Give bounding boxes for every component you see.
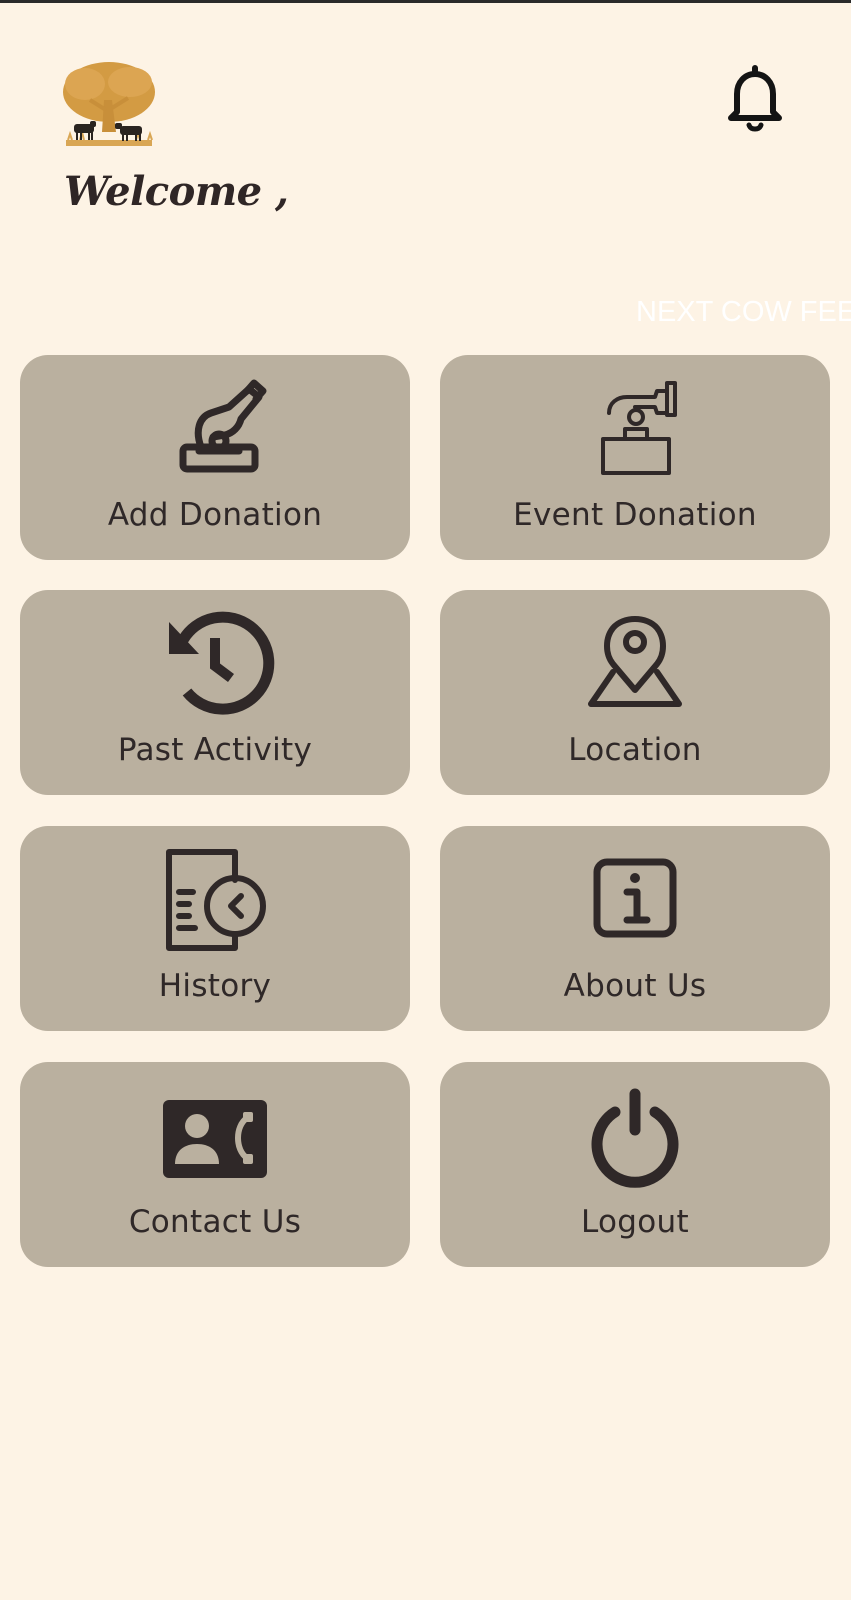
hand-donation-box-icon [155,373,275,483]
status-border [0,0,851,3]
add-donation-label: Add Donation [107,497,323,533]
history-clock-icon [155,608,275,718]
bell-icon[interactable] [722,62,788,134]
add-donation-button[interactable]: Add Donation [20,355,410,560]
event-donation-button[interactable]: Event Donation [440,355,830,560]
info-icon [575,844,695,954]
logout-label: Logout [581,1204,689,1240]
location-label: Location [568,732,702,768]
history-button[interactable]: History [20,826,410,1031]
past-activity-label: Past Activity [117,732,313,768]
about-us-button[interactable]: About Us [440,826,830,1031]
location-pin-icon [575,608,695,718]
contact-us-button[interactable]: Contact Us [20,1062,410,1267]
logout-button[interactable]: Logout [440,1062,830,1267]
contact-card-icon [155,1080,275,1190]
announcement-marquee: NEXT COW FEE [636,296,851,328]
contact-us-label: Contact Us [128,1204,302,1240]
past-activity-button[interactable]: Past Activity [20,590,410,795]
location-button[interactable]: Location [440,590,830,795]
document-clock-icon [155,844,275,954]
tree-logo-icon [60,60,158,152]
about-us-label: About Us [563,968,707,1004]
event-donation-icon [575,373,695,483]
welcome-heading: Welcome , [64,168,289,215]
event-donation-label: Event Donation [513,497,757,533]
power-icon [575,1080,695,1190]
history-label: History [158,968,272,1004]
